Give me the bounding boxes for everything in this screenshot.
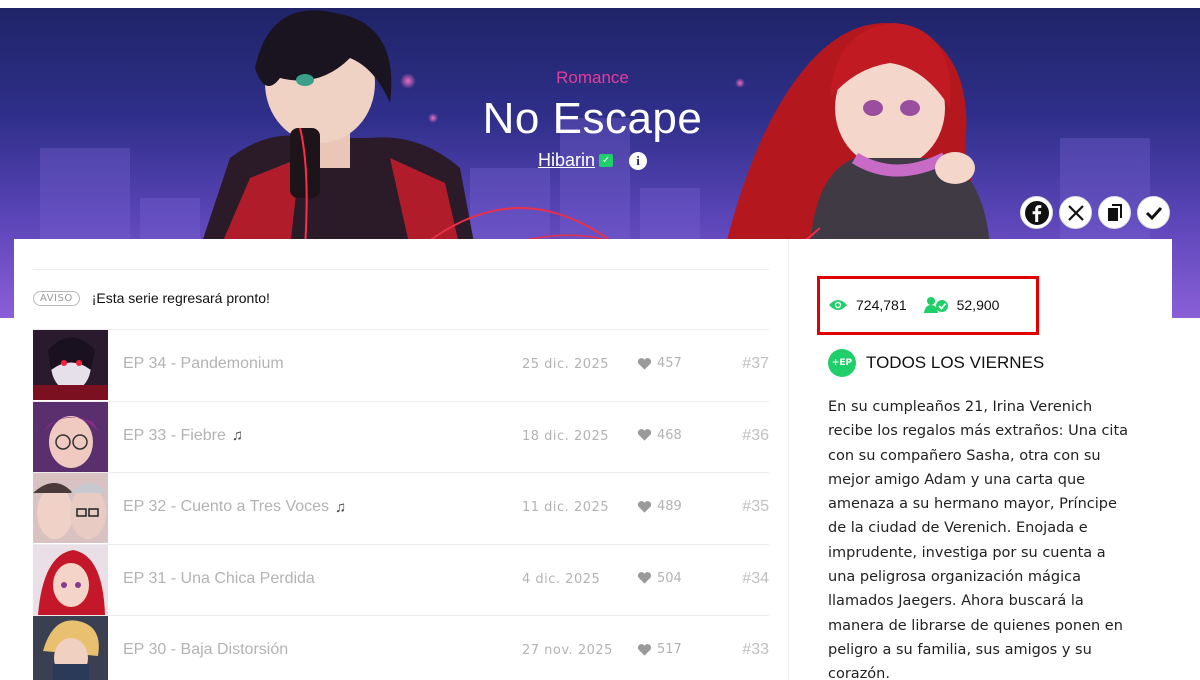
eye-icon xyxy=(829,300,847,310)
episode-likes: 489 xyxy=(637,499,682,514)
series-genre[interactable]: Romance xyxy=(0,68,1185,88)
episode-date: 27 nov. 2025 xyxy=(522,643,613,658)
notice-text: ¡Esta serie regresará pronto! xyxy=(91,290,270,306)
list-divider xyxy=(33,269,769,270)
series-title: No Escape xyxy=(482,94,703,143)
heart-icon xyxy=(637,572,652,584)
likes-count: 504 xyxy=(657,570,682,586)
episode-thumbnail xyxy=(33,473,108,543)
x-icon xyxy=(1067,204,1084,221)
episode-likes: 468 xyxy=(637,428,682,443)
facebook-icon xyxy=(1024,200,1049,225)
episode-thumbnail xyxy=(33,330,108,400)
author-row: Hibarin ✓ i xyxy=(538,150,648,171)
episode-title: EP 33 - Fiebre xyxy=(123,426,226,444)
episode-number: #34 xyxy=(742,569,769,587)
episode-number: #33 xyxy=(742,641,769,658)
episode-row[interactable]: EP 33 - Fiebre ♫ 18 dic. 2025 468 #36 xyxy=(33,401,769,473)
info-icon[interactable]: i xyxy=(629,151,648,170)
episode-title: EP 34 - Pandemonium xyxy=(123,355,284,372)
schedule-text: TODOS LOS VIERNES xyxy=(866,353,1045,372)
series-description: En su cumpleaños 21, Irina Verenich reci… xyxy=(828,399,1129,680)
episode-title: EP 31 - Una Chica Perdida xyxy=(123,569,315,587)
column-divider xyxy=(788,239,789,680)
likes-count: 468 xyxy=(657,427,682,443)
copy-link-icon xyxy=(1107,203,1122,221)
episode-likes: 517 xyxy=(637,642,682,657)
likes-count: 489 xyxy=(657,499,682,514)
share-buttons xyxy=(1020,196,1170,229)
subscribers-count: 52,900 xyxy=(956,297,1000,313)
episode-likes: 504 xyxy=(637,571,682,586)
episode-number: #35 xyxy=(742,498,769,515)
notice-badge: AVISO xyxy=(33,290,80,306)
episode-row[interactable]: EP 31 - Una Chica Perdida 4 dic. 2025 50… xyxy=(33,544,769,616)
episode-list: EP 34 - Pandemonium 25 dic. 2025 457 #37… xyxy=(33,330,769,680)
episode-thumbnail xyxy=(33,401,108,472)
likes-count: 517 xyxy=(657,642,682,657)
episode-thumbnail xyxy=(33,544,108,615)
episode-title: EP 32 - Cuento a Tres Voces xyxy=(123,498,330,515)
heart-icon xyxy=(637,643,652,656)
likes-count: 457 xyxy=(657,356,682,371)
episode-date: 11 dic. 2025 xyxy=(522,500,610,515)
check-icon xyxy=(1145,206,1162,220)
episode-date: 4 dic. 2025 xyxy=(522,571,601,587)
episode-row[interactable]: EP 30 - Baja Distorsión 27 nov. 2025 517… xyxy=(33,616,769,680)
copy-link-button[interactable] xyxy=(1098,196,1131,229)
x-share-button[interactable] xyxy=(1059,196,1092,229)
update-schedule: +EP TODOS LOS VIERNES xyxy=(828,349,1044,377)
top-strip xyxy=(0,0,1200,8)
subscribers-icon xyxy=(923,297,948,313)
subscribe-check-button[interactable] xyxy=(1137,196,1170,229)
episode-thumbnail xyxy=(33,616,108,680)
music-note-icon: ♫ xyxy=(231,427,244,444)
new-episode-badge: +EP xyxy=(828,349,856,377)
verified-creator-icon: ✓ xyxy=(599,154,614,167)
heart-icon xyxy=(637,429,652,441)
episode-date: 25 dic. 2025 xyxy=(522,357,610,372)
facebook-share-button[interactable] xyxy=(1020,196,1053,229)
music-note-icon: ♫ xyxy=(335,498,347,516)
heart-icon xyxy=(637,500,652,513)
episode-likes: 457 xyxy=(637,356,682,371)
episode-date: 18 dic. 2025 xyxy=(522,428,610,444)
heart-icon xyxy=(637,357,652,370)
episode-title: EP 30 - Baja Distorsión xyxy=(123,641,289,658)
series-stats: 724,781 52,900 xyxy=(828,296,999,314)
episode-number: #36 xyxy=(742,426,769,444)
episode-row[interactable]: EP 32 - Cuento a Tres Voces ♫ 11 dic. 20… xyxy=(33,473,769,545)
episode-row[interactable]: EP 34 - Pandemonium 25 dic. 2025 457 #37 xyxy=(33,330,769,402)
episode-number: #37 xyxy=(742,355,769,372)
author-link[interactable]: Hibarin xyxy=(538,150,595,171)
series-notice: AVISO ¡Esta serie regresará pronto! xyxy=(33,290,270,306)
views-count: 724,781 xyxy=(856,297,907,313)
